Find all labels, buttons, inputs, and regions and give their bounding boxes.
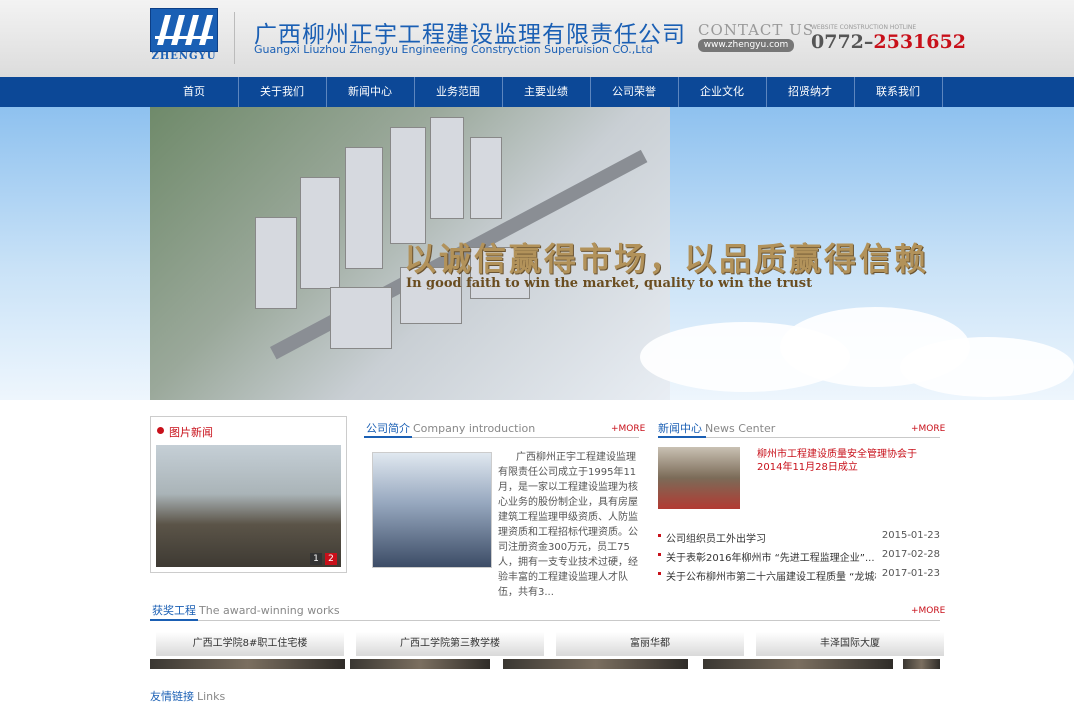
intro-title: 公司简介 Company introduction <box>366 420 535 436</box>
award-item-label[interactable]: 富丽华都 <box>556 632 744 656</box>
nav-projects[interactable]: 主要业绩 <box>502 77 591 107</box>
banner-slogan-cn: 以诚信赢得市场，以品质赢得信赖 <box>404 240 930 278</box>
banner-slogan-en: In good faith to win the market, quality… <box>406 276 813 291</box>
awards-title: 获奖工程 The award-winning works <box>152 602 340 618</box>
hotline-label: WEBSITE CONSTRUCTION HOTLINE <box>811 24 917 31</box>
list-bullet-icon <box>658 534 661 537</box>
nav-news[interactable]: 新闻中心 <box>326 77 415 107</box>
bullet-icon <box>157 427 164 434</box>
photo-news-title: 图片新闻 <box>169 426 213 439</box>
nav-honors[interactable]: 公司荣誉 <box>590 77 679 107</box>
links-title: 友情链接 Links <box>150 688 225 704</box>
photo-news-panel: 图片新闻 1 2 <box>150 416 347 573</box>
hero-banner: 以诚信赢得市场，以品质赢得信赖 In good faith to win the… <box>0 107 1074 400</box>
photo-page-1[interactable]: 1 <box>310 553 322 565</box>
list-bullet-icon <box>658 553 661 556</box>
news-item-date: 2017-01-23 <box>881 568 940 579</box>
news-row[interactable]: 关于表彰2016年柳州市 “先进工程监理企业”... 2017-02-28 <box>658 549 940 564</box>
news-item-date: 2015-01-23 <box>881 530 940 541</box>
news-item-date: 2017-02-28 <box>881 549 940 560</box>
news-item-title[interactable]: 公司组织员工外出学习 <box>666 530 876 545</box>
intro-title-en: Company introduction <box>413 422 536 435</box>
nav-culture[interactable]: 企业文化 <box>678 77 767 107</box>
intro-more-link[interactable]: +MORE <box>611 424 645 434</box>
intro-building-image <box>372 452 492 568</box>
company-name-en: Guangxi Liuzhou Zhengyu Engineering Cons… <box>254 43 653 56</box>
news-divider-accent <box>658 436 706 438</box>
news-item-title[interactable]: 关于表彰2016年柳州市 “先进工程监理企业”... <box>666 549 876 564</box>
intro-divider-accent <box>364 436 412 438</box>
links-title-en: Links <box>197 690 226 703</box>
awards-divider-accent <box>150 619 198 621</box>
nav-home[interactable]: 首页 <box>150 77 239 107</box>
nav-contact[interactable]: 联系我们 <box>854 77 943 107</box>
intro-title-cn: 公司简介 <box>366 422 410 435</box>
photo-news-image[interactable] <box>156 445 341 567</box>
hotline-number: 0772–2531652 <box>811 31 966 53</box>
award-item-image[interactable] <box>503 659 688 669</box>
links-title-cn: 友情链接 <box>150 690 194 703</box>
nav-recruit[interactable]: 招贤纳才 <box>766 77 855 107</box>
contact-us-label: CONTACT US <box>698 21 815 39</box>
news-headline[interactable]: 柳州市工程建设质量安全管理协会于2014年11月28日成立 <box>757 448 939 474</box>
awards-divider <box>150 620 940 621</box>
header-divider <box>234 12 235 64</box>
awards-title-en: The award-winning works <box>199 604 340 617</box>
main-nav: 首页 关于我们 新闻中心 业务范围 主要业绩 公司荣誉 企业文化 招贤纳才 联系… <box>0 77 1074 107</box>
company-logo[interactable]: ZHENGYU <box>150 8 218 64</box>
award-item-label[interactable]: 广西工学院8#职工住宅楼 <box>156 632 344 656</box>
news-title: 新闻中心 News Center <box>658 420 775 436</box>
awards-title-cn: 获奖工程 <box>152 604 196 617</box>
nav-about[interactable]: 关于我们 <box>238 77 327 107</box>
site-header: ZHENGYU 广西柳州正宇工程建设监理有限责任公司 Guangxi Liuzh… <box>0 0 1074 77</box>
list-bullet-icon <box>658 572 661 575</box>
award-item-image[interactable] <box>350 659 490 669</box>
award-item-label[interactable]: 丰泽国际大厦 <box>756 632 944 656</box>
intro-text: 广西柳州正宇工程建设监理有限责任公司成立于1995年11月，是一家以工程建设监理… <box>498 452 638 598</box>
nav-business[interactable]: 业务范围 <box>414 77 503 107</box>
award-item-image[interactable] <box>150 659 345 669</box>
logo-text: ZHENGYU <box>151 51 217 62</box>
news-row[interactable]: 公司组织员工外出学习 2015-01-23 <box>658 530 940 545</box>
logo-mark-icon <box>150 8 218 52</box>
awards-more-link[interactable]: +MORE <box>911 606 945 616</box>
hotline-prefix: 0772– <box>811 31 874 53</box>
hotline-digits: 2531652 <box>873 31 966 53</box>
news-more-link[interactable]: +MORE <box>911 424 945 434</box>
award-item-image[interactable] <box>903 659 940 669</box>
website-url[interactable]: www.zhengyu.com <box>698 39 794 52</box>
news-row[interactable]: 关于公布柳州市第二十六届建设工程质量 “龙城杯... 2017-01-23 <box>658 568 940 583</box>
award-item-image[interactable] <box>703 659 893 669</box>
news-title-cn: 新闻中心 <box>658 422 702 435</box>
news-item-title[interactable]: 关于公布柳州市第二十六届建设工程质量 “龙城杯... <box>666 568 876 583</box>
award-item-label[interactable]: 广西工学院第三教学楼 <box>356 632 544 656</box>
news-title-en: News Center <box>705 422 776 435</box>
news-headline-image[interactable] <box>658 447 740 509</box>
photo-page-2[interactable]: 2 <box>325 553 337 565</box>
